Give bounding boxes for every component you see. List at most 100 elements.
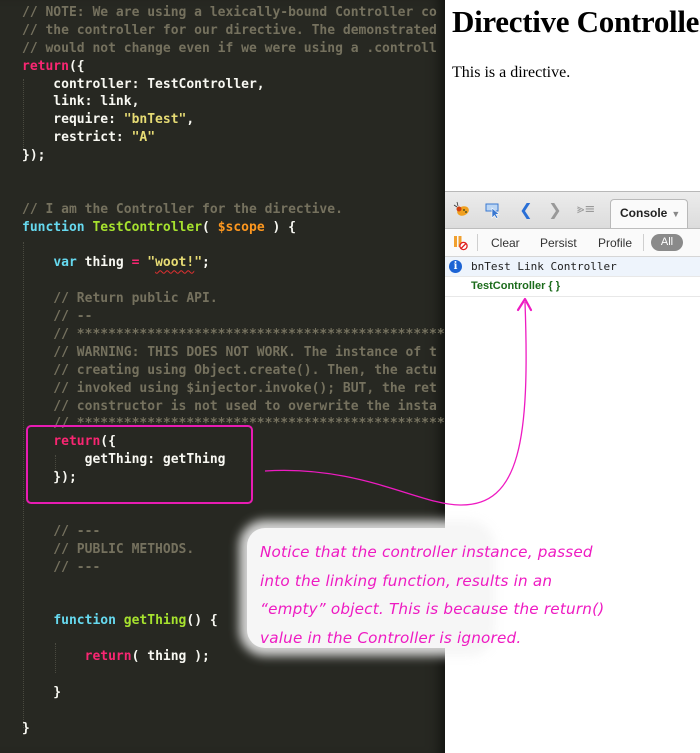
clear-button[interactable]: Clear: [491, 236, 520, 250]
break-on-error-icon[interactable]: [451, 233, 469, 251]
code-token: TestController: [92, 219, 203, 235]
code-line[interactable]: // creating using Object.create(). Then,…: [22, 362, 445, 380]
profile-button[interactable]: Profile: [598, 236, 632, 250]
code-token: ;: [202, 255, 210, 271]
code-line[interactable]: // --: [22, 308, 445, 326]
tab-console-label: Console: [620, 206, 668, 220]
code-line[interactable]: return({: [22, 58, 445, 76]
code-line[interactable]: var thing = "woot!";: [22, 254, 445, 272]
devtools-toolbar: ❮ ❯ ⪢≡ Console ▼: [445, 192, 700, 229]
annotation-line: into the linking function, results in an: [260, 571, 553, 590]
code-line[interactable]: // WARNING: THIS DOES NOT WORK. The inst…: [22, 344, 445, 362]
code-token: "A": [131, 130, 156, 146]
code-token: $scope: [217, 219, 265, 235]
code-token: (: [202, 219, 218, 235]
code-token: controller: TestController,: [22, 76, 265, 92]
code-token: ({: [68, 58, 85, 74]
console-log-row[interactable]: i bnTest Link Controller: [445, 257, 700, 277]
code-token: // Return public API.: [22, 291, 218, 307]
code-line[interactable]: // NOTE: We are using a lexically-bound …: [22, 4, 445, 22]
log-object[interactable]: TestController { }: [471, 277, 560, 296]
annotation-text: Notice that the controller instance, pas…: [260, 538, 690, 652]
toolbar-separator: [643, 234, 644, 251]
filter-all-button[interactable]: All: [651, 234, 683, 251]
code-line[interactable]: // constructor is not used to overwrite …: [22, 398, 445, 416]
tab-console[interactable]: Console ▼: [610, 199, 688, 228]
code-token: ": [194, 255, 203, 271]
code-line[interactable]: [22, 505, 445, 523]
code-line[interactable]: [22, 237, 445, 255]
code-line[interactable]: }: [22, 720, 445, 738]
inspect-element-icon[interactable]: [484, 201, 502, 219]
code-token: // I am the Controller for the directive…: [22, 201, 343, 217]
code-token: var: [53, 255, 77, 271]
code-token: // WARNING: THIS DOES NOT WORK. The inst…: [22, 344, 437, 360]
code-line[interactable]: link: link,: [22, 93, 445, 111]
code-line[interactable]: // *************************************…: [22, 326, 445, 344]
code-line[interactable]: [22, 702, 445, 720]
code-line[interactable]: [22, 666, 445, 684]
code-token: getThing: [123, 613, 187, 629]
code-token: ": [147, 255, 156, 271]
code-token: // NOTE: We are using a lexically-bound …: [22, 5, 437, 20]
code-token: ( thing );: [131, 649, 210, 665]
code-line[interactable]: [22, 165, 445, 183]
code-line[interactable]: // I am the Controller for the directive…: [22, 201, 445, 219]
devtools-panel: ❮ ❯ ⪢≡ Console ▼ Clear Persist Profile Al…: [445, 191, 700, 753]
code-token: // creating using Object.create(). Then,…: [22, 362, 437, 378]
back-icon[interactable]: ❮: [517, 201, 535, 219]
firebug-icon[interactable]: [453, 201, 471, 219]
annotation-line: Notice that the controller instance, pas…: [260, 543, 593, 561]
code-token: return: [22, 58, 69, 74]
code-line[interactable]: function TestController( $scope ) {: [22, 219, 445, 237]
code-line[interactable]: [22, 272, 445, 290]
page-text: This is a directive.: [452, 64, 571, 81]
code-token: return: [84, 649, 132, 665]
code-line[interactable]: // Return public API.: [22, 290, 445, 308]
code-token: function: [53, 613, 116, 629]
info-icon: i: [449, 260, 462, 273]
code-token: ,: [186, 112, 195, 128]
code-token: restrict:: [22, 130, 132, 146]
code-line[interactable]: }: [22, 684, 445, 702]
annotation-line: “empty” object. This is because the retu…: [260, 600, 605, 618]
code-line[interactable]: controller: TestController,: [22, 76, 445, 94]
log-message: bnTest Link Controller: [471, 260, 617, 273]
code-token: // PUBLIC METHODS.: [22, 541, 195, 557]
code-line[interactable]: restrict: "A": [22, 129, 445, 147]
toolbar-separator: [477, 234, 478, 251]
code-token: // invoked using $injector.invoke(); BUT…: [22, 380, 437, 396]
code-token: // ---: [22, 523, 101, 539]
console-subbar: Clear Persist Profile All: [445, 229, 700, 257]
page-title: Directive Controller: [452, 4, 700, 39]
code-token: woot!: [155, 255, 195, 271]
code-token: function: [22, 219, 85, 235]
code-token: // *************************************…: [22, 327, 445, 343]
code-line[interactable]: // would not change even if we were usin…: [22, 40, 445, 58]
code-token: // the controller for our directive. The…: [22, 22, 437, 38]
annotation-line: value in the Controller is ignored.: [260, 628, 522, 647]
code-line[interactable]: });: [22, 147, 445, 165]
code-token: link: link,: [22, 94, 140, 110]
highlight-box-return-statement: [26, 425, 253, 504]
console-log-row[interactable]: TestController { }: [445, 277, 700, 297]
code-token: // would not change even if we were usin…: [22, 40, 437, 56]
forward-icon[interactable]: ❯: [546, 201, 564, 219]
code-line[interactable]: require: "bnTest",: [22, 111, 445, 129]
code-token: "bnTest": [123, 112, 187, 128]
persist-button[interactable]: Persist: [540, 236, 577, 250]
chevron-down-icon: ▼: [671, 209, 681, 219]
code-token: // --: [22, 309, 93, 325]
code-line[interactable]: // the controller for our directive. The…: [22, 22, 445, 40]
code-line[interactable]: // invoked using $injector.invoke(); BUT…: [22, 380, 445, 398]
code-token: require:: [22, 112, 124, 128]
command-line-icon[interactable]: ⪢≡: [577, 201, 595, 219]
code-token: () {: [186, 613, 218, 629]
code-line[interactable]: [22, 183, 445, 201]
code-token: ) {: [264, 219, 296, 235]
code-token: thing: [76, 255, 132, 271]
code-token: // constructor is not used to overwrite …: [22, 398, 437, 414]
